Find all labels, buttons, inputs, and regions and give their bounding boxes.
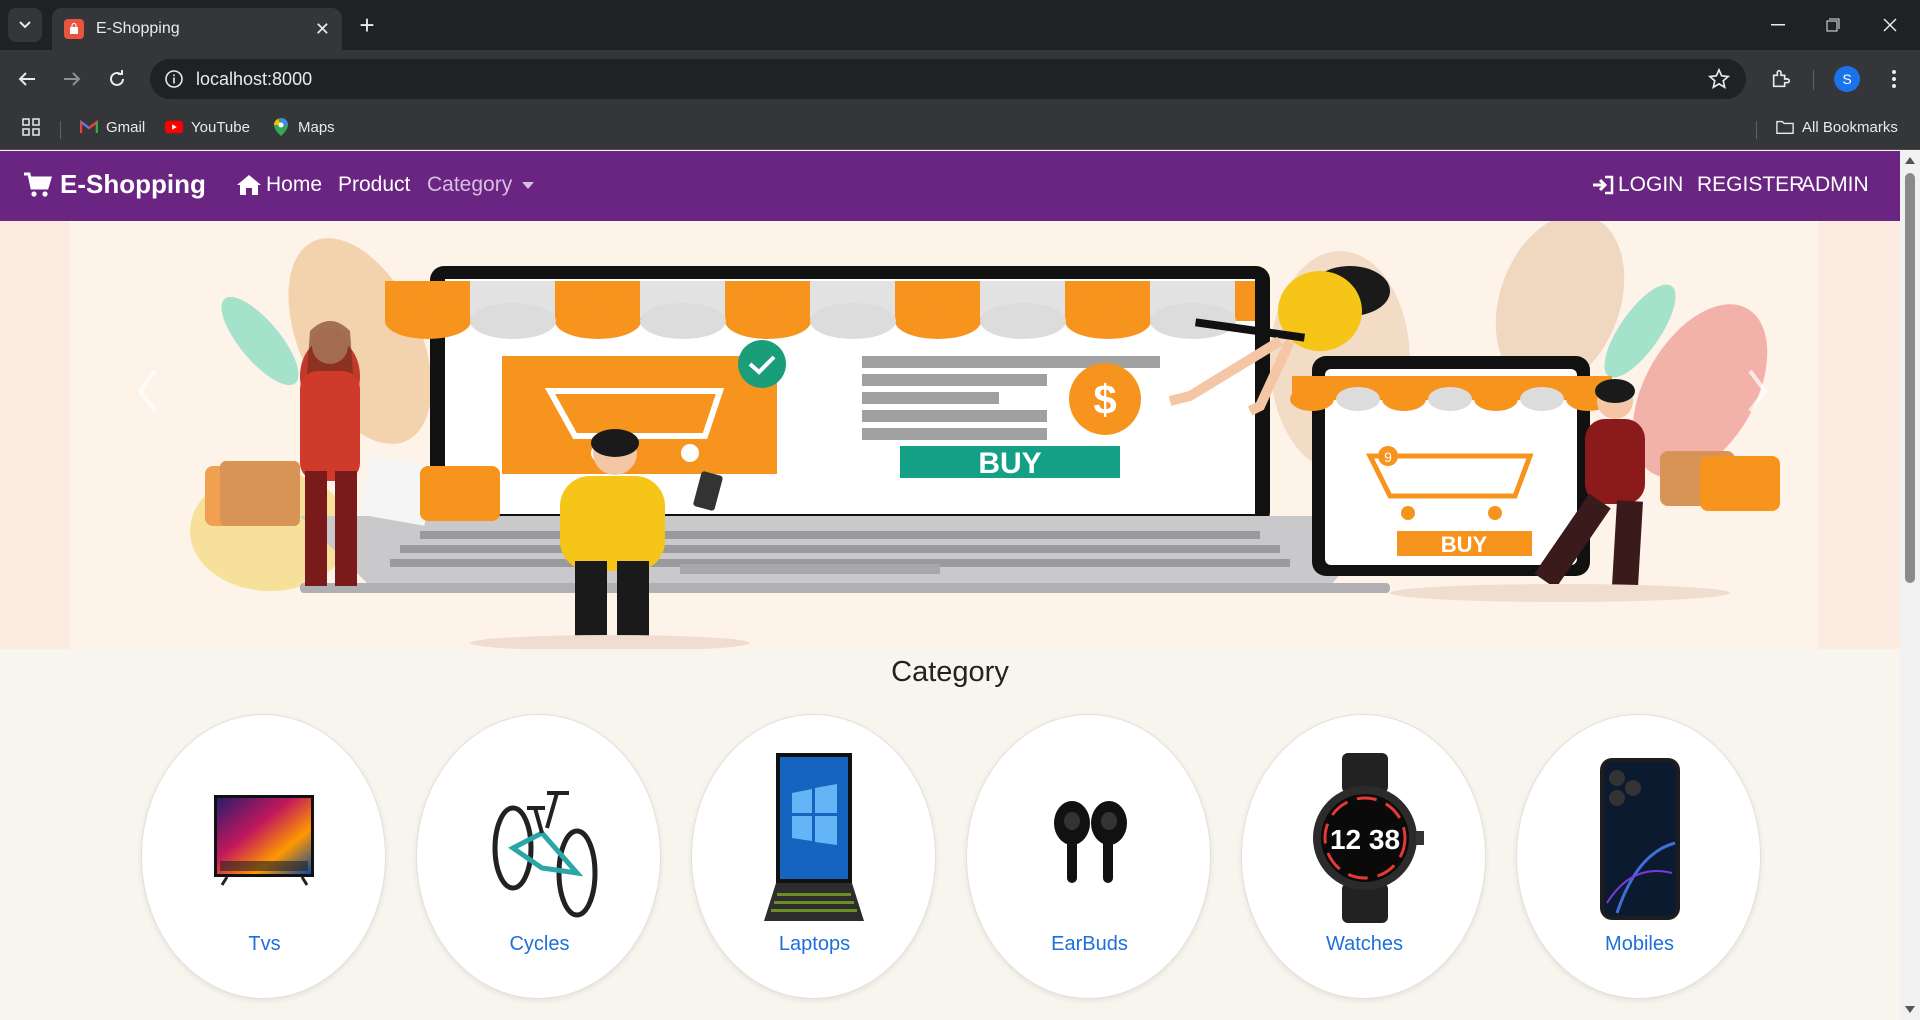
scrollbar-thumb[interactable] xyxy=(1905,173,1915,583)
tab-search-button[interactable] xyxy=(8,8,42,42)
category-card-laptops[interactable]: Laptops xyxy=(691,714,936,999)
nav-category-dropdown[interactable]: Category xyxy=(427,173,535,197)
back-button[interactable] xyxy=(10,62,44,96)
new-tab-button[interactable]: + xyxy=(352,10,382,40)
youtube-icon xyxy=(165,118,183,136)
bookmark-star-icon[interactable] xyxy=(1707,67,1731,95)
scroll-up-arrow-icon[interactable] xyxy=(1905,157,1915,164)
bookmark-maps[interactable]: Maps xyxy=(272,118,335,136)
caret-down-icon xyxy=(522,181,535,189)
category-label[interactable]: Cycles xyxy=(417,933,662,956)
home-icon xyxy=(237,175,261,195)
address-bar[interactable]: localhost:8000 xyxy=(150,59,1746,99)
reload-icon xyxy=(110,70,124,86)
reload-button[interactable] xyxy=(100,62,134,96)
mobile-icon xyxy=(1600,758,1680,920)
category-card-watches[interactable]: 12 38 Watches xyxy=(1241,714,1486,999)
url-text: localhost:8000 xyxy=(196,68,313,89)
bookmarks-bar: Gmail YouTube Maps All Bookmarks xyxy=(0,108,1920,150)
browser-toolbar: localhost:8000 S xyxy=(0,50,1920,108)
nav-product-link[interactable]: Product xyxy=(338,173,410,197)
apps-grid-icon[interactable] xyxy=(22,118,40,136)
chevron-down-icon xyxy=(19,21,31,29)
category-label[interactable]: Tvs xyxy=(142,933,387,956)
folder-icon xyxy=(1776,118,1794,136)
nav-register-link[interactable]: REGISTER xyxy=(1697,173,1804,197)
category-card-earbuds[interactable]: EarBuds xyxy=(966,714,1211,999)
menu-kebab-icon[interactable] xyxy=(1878,63,1910,95)
profile-avatar[interactable]: S xyxy=(1831,63,1863,95)
category-card-tvs[interactable]: Tvs xyxy=(141,714,386,999)
page-scrollbar[interactable] xyxy=(1900,151,1920,1020)
category-label[interactable]: EarBuds xyxy=(967,933,1212,956)
earbuds-icon xyxy=(1054,801,1127,883)
svg-text:9: 9 xyxy=(1384,449,1392,465)
nav-home-link[interactable]: Home xyxy=(236,173,322,197)
minimize-button[interactable] xyxy=(1758,10,1798,40)
svg-text:BUY: BUY xyxy=(978,447,1041,480)
shopping-cart-icon xyxy=(24,172,52,197)
svg-text:12 38: 12 38 xyxy=(1330,824,1400,855)
category-heading: Category xyxy=(891,656,1009,688)
scroll-down-arrow-icon[interactable] xyxy=(1905,1006,1915,1013)
close-window-button[interactable] xyxy=(1870,10,1910,40)
bookmark-youtube[interactable]: YouTube xyxy=(165,118,250,136)
page-viewport: E-Shopping Home Product Category LOGIN R… xyxy=(0,151,1920,1020)
nav-admin-link[interactable]: ADMIN xyxy=(1801,173,1869,197)
nav-login-link[interactable]: LOGIN xyxy=(1592,173,1683,197)
browser-tab-strip: E-Shopping ✕ + xyxy=(0,0,1920,50)
svg-text:$: $ xyxy=(1093,376,1116,423)
category-label[interactable]: Watches xyxy=(1242,933,1487,956)
restore-button[interactable] xyxy=(1813,10,1853,40)
bookmark-gmail[interactable]: Gmail xyxy=(80,118,145,136)
hero-carousel[interactable]: $ BUY 9 BUY xyxy=(0,221,1900,649)
category-label[interactable]: Laptops xyxy=(692,933,937,956)
brand-link[interactable]: E-Shopping xyxy=(24,169,206,200)
sign-in-icon xyxy=(1593,175,1614,195)
watch-icon: 12 38 xyxy=(1313,753,1424,923)
maps-icon xyxy=(272,118,290,136)
site-navbar: E-Shopping Home Product Category LOGIN R… xyxy=(0,151,1900,221)
tv-icon xyxy=(214,795,314,886)
tab-close-icon[interactable]: ✕ xyxy=(315,19,330,40)
shop-favicon-icon xyxy=(64,19,84,39)
extensions-icon[interactable] xyxy=(1765,63,1797,95)
arrow-right-icon xyxy=(64,72,81,86)
all-bookmarks-folder[interactable]: All Bookmarks xyxy=(1776,118,1898,136)
category-card-cycles[interactable]: Cycles xyxy=(416,714,661,999)
laptop-icon xyxy=(764,753,864,921)
shopping-illustration: $ BUY 9 BUY xyxy=(0,221,1900,649)
tab-title: E-Shopping xyxy=(96,20,180,37)
svg-text:BUY: BUY xyxy=(1441,532,1488,557)
category-label[interactable]: Mobiles xyxy=(1517,933,1762,956)
browser-tab[interactable]: E-Shopping ✕ xyxy=(52,8,342,50)
site-info-icon[interactable] xyxy=(164,69,184,94)
gmail-icon xyxy=(80,118,98,136)
arrow-left-icon xyxy=(18,72,35,86)
category-card-mobiles[interactable]: Mobiles xyxy=(1516,714,1761,999)
forward-button[interactable] xyxy=(55,62,89,96)
bicycle-icon xyxy=(492,791,598,918)
